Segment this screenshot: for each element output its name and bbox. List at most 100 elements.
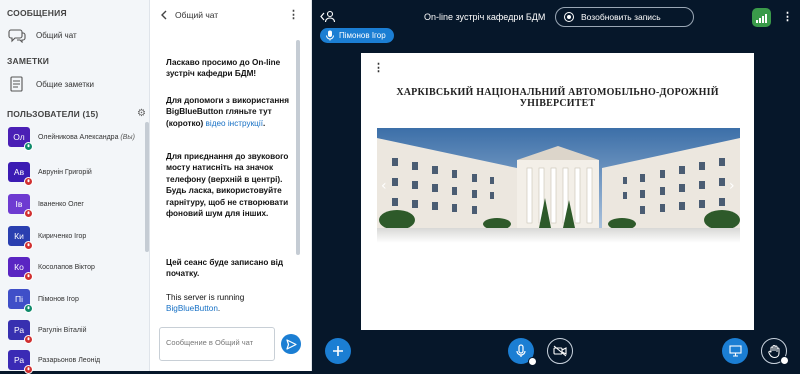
user-name: Кириченко Ігор xyxy=(38,233,86,240)
users-section-title: ПОЛЬЗОВАТЕЛИ (15) xyxy=(7,109,99,119)
avatar: Ра xyxy=(8,350,33,374)
user-name: Рагулін Віталій xyxy=(38,327,86,334)
avatar: Ав xyxy=(8,162,33,186)
presentation-toggle-button[interactable] xyxy=(722,338,748,364)
chat-message-input[interactable]: Сообщение в Общий чат xyxy=(159,327,275,361)
user-name: Пімонов Ігор xyxy=(38,296,79,303)
user-list-item[interactable]: Ів Іваненко Олег xyxy=(8,193,84,218)
raise-hand-button[interactable] xyxy=(761,338,789,365)
slide-title: ХАРКІВСЬКИЙ НАЦІОНАЛЬНИЙ АВТОМОБІЛЬНО-ДО… xyxy=(396,87,719,109)
audio-icon xyxy=(24,142,33,151)
connection-icon[interactable] xyxy=(752,8,771,27)
recording-message: Цей сеанс буде записано від початку. xyxy=(166,258,284,279)
chat-bubbles-icon xyxy=(8,29,26,43)
actions-plus-button[interactable] xyxy=(325,338,351,364)
muted-mic-icon xyxy=(24,241,33,250)
raise-hand-icon xyxy=(767,345,779,358)
main-area: On-line зустріч кафедри БДМ Возобновить … xyxy=(312,0,800,371)
sidebar: СООБЩЕНИЯ Общий чат ЗАМЕТКИ Общие заметк… xyxy=(0,0,150,374)
avatar-initials: Ів xyxy=(15,199,23,209)
muted-mic-icon xyxy=(24,177,33,186)
help-end: . xyxy=(262,118,266,128)
user-name-text: Разарьонов Леонід xyxy=(38,356,101,364)
share-camera-button[interactable] xyxy=(547,338,573,364)
avatar-initials: Ол xyxy=(13,132,25,142)
muted-mic-icon xyxy=(24,335,33,344)
back-icon[interactable] xyxy=(158,9,170,21)
user-list-item[interactable]: Ра Разарьонов Леонід xyxy=(8,349,100,374)
university-building-photo: ‹ › xyxy=(377,128,740,243)
reactions-dot[interactable] xyxy=(780,356,789,365)
presentation-icon xyxy=(728,345,742,357)
video-instructions-link[interactable]: відео інструкції xyxy=(206,119,263,128)
avatar: Ол xyxy=(8,127,33,151)
chat-header[interactable]: Общий чат xyxy=(158,9,218,21)
avatar-initials: Ра xyxy=(13,325,25,335)
talking-indicator[interactable]: Пімонов Ігор xyxy=(320,28,394,43)
slide-options-icon[interactable]: ⋮ xyxy=(373,61,384,74)
user-name: Косолапов Віктор xyxy=(38,264,95,271)
user-list-item[interactable]: Ав Аврунін Григорій xyxy=(8,161,92,186)
audio-message: Для приєднання до звукового мосту натисн… xyxy=(166,152,289,219)
send-button[interactable] xyxy=(281,334,301,354)
avatar-initials: Ав xyxy=(13,167,25,177)
user-list-item[interactable]: Ол Олейникова Александра (Вы) xyxy=(8,126,135,151)
user-list-item[interactable]: Пі Пімонов Ігор xyxy=(8,288,79,313)
user-name-text: Кириченко Ігор xyxy=(38,232,87,240)
server-message: This server is running BigBlueButton. xyxy=(166,292,294,315)
muted-mic-icon xyxy=(24,272,33,281)
server-text: This server is running xyxy=(166,293,245,302)
avatar: Ки xyxy=(8,226,33,250)
record-icon xyxy=(564,12,574,22)
chat-title: Общий чат xyxy=(175,10,219,20)
messages-section-title: СООБЩЕНИЯ xyxy=(7,8,67,18)
avatar-initials: Пі xyxy=(15,294,23,304)
kebab-icon[interactable]: ⋮ xyxy=(288,8,299,21)
camera-off-icon xyxy=(553,345,567,357)
user-list-item[interactable]: Ко Косолапов Віктор xyxy=(8,256,95,281)
avatar: Пі xyxy=(8,289,33,313)
user-name: Іваненко Олег xyxy=(38,201,84,208)
shared-notes-label: Общие заметки xyxy=(36,79,94,89)
chat-scrollbar[interactable] xyxy=(296,40,300,255)
public-chat-label: Общий чат xyxy=(36,30,77,40)
mute-microphone-button[interactable] xyxy=(508,338,537,366)
svg-text:‹: ‹ xyxy=(381,178,387,194)
svg-text:›: › xyxy=(729,178,735,194)
mic-icon xyxy=(326,30,334,41)
avatar: Ко xyxy=(8,257,33,281)
user-list-scrollbar[interactable] xyxy=(145,122,149,252)
avatar: Ра xyxy=(8,320,33,344)
user-list-item[interactable]: Ки Кириченко Ігор xyxy=(8,225,86,250)
user-name: Олейникова Александра (Вы) xyxy=(38,134,135,141)
user-list-item[interactable]: Ра Рагулін Віталій xyxy=(8,319,86,344)
options-kebab-icon[interactable]: ⋮ xyxy=(782,10,793,23)
user-name-text: Рагулін Віталій xyxy=(38,326,87,334)
bigbluebutton-link[interactable]: BigBlueButton xyxy=(166,304,218,313)
presentation-slide: ⋮ ХАРКІВСЬКИЙ НАЦІОНАЛЬНИЙ АВТОМОБІЛЬНО-… xyxy=(361,53,754,330)
user-name: Аврунін Григорій xyxy=(38,169,92,176)
avatar-initials: Ко xyxy=(14,262,24,272)
presenter-name: Пімонов Ігор xyxy=(339,31,386,40)
user-name-text: Іваненко Олег xyxy=(38,200,84,208)
meeting-title: On-line зустріч кафедри БДМ xyxy=(424,12,546,22)
muted-mic-icon xyxy=(24,209,33,218)
chat-panel: Общий чат ⋮ Ласкаво просимо до On-line з… xyxy=(150,0,312,371)
server-end: . xyxy=(217,304,221,314)
user-name: Разарьонов Леонід xyxy=(38,357,100,364)
muted-mic-icon xyxy=(24,365,33,374)
sidebar-item-public-chat[interactable]: Общий чат xyxy=(8,27,77,43)
user-list-toggle[interactable] xyxy=(320,10,336,23)
avatar-initials: Ки xyxy=(14,231,24,241)
sidebar-item-shared-notes[interactable]: Общие заметки xyxy=(8,76,94,92)
resume-recording-button[interactable]: Возобновить запись xyxy=(555,7,694,27)
welcome-message: Ласкаво просимо до On-line зустріч кафед… xyxy=(166,58,281,79)
avatar: Ів xyxy=(8,194,33,218)
send-icon xyxy=(285,338,297,350)
gear-icon[interactable]: ⚙ xyxy=(137,108,146,119)
notes-icon xyxy=(10,76,23,92)
user-name-text: Пімонов Ігор xyxy=(38,295,79,303)
help-message: Для допомоги з використання BigBlueButto… xyxy=(166,95,294,129)
audio-settings-dot[interactable] xyxy=(528,357,537,366)
notes-section-title: ЗАМЕТКИ xyxy=(7,56,50,66)
